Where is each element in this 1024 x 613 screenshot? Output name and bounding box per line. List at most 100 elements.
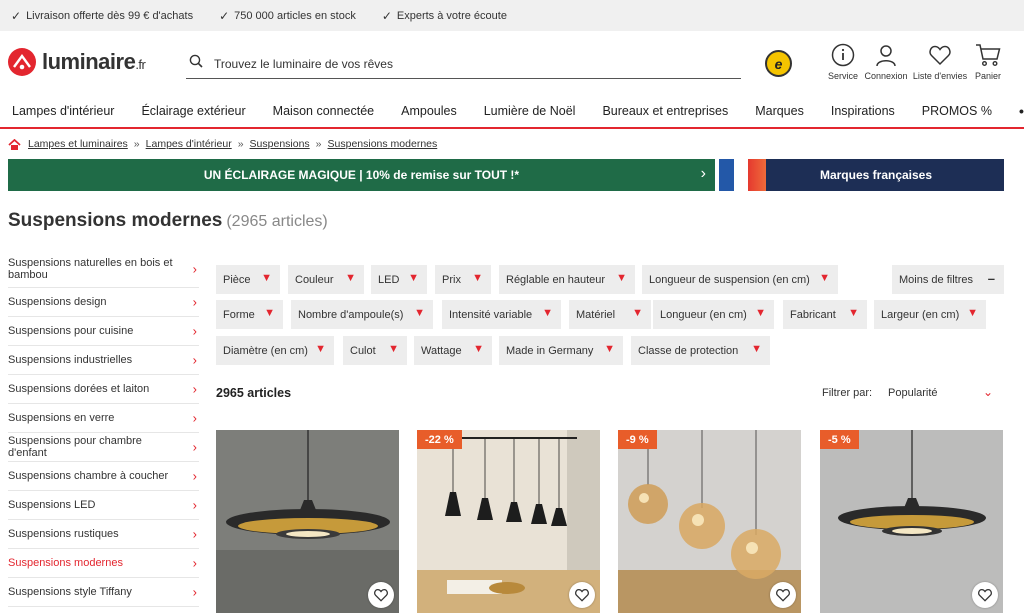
logo-lamp-icon	[8, 48, 36, 76]
sidebar-item-design[interactable]: Suspensions design ›	[8, 288, 199, 317]
nav-item-bulbs[interactable]: Ampoules	[401, 104, 457, 118]
sidebar-item-modern[interactable]: Suspensions modernes ›	[8, 549, 199, 578]
chevron-down-icon[interactable]: ⌄	[983, 385, 993, 399]
search-icon[interactable]	[189, 54, 203, 73]
trusted-shops-badge[interactable]: e	[765, 50, 792, 77]
wishlist-heart-button[interactable]	[972, 582, 998, 608]
info-icon	[831, 43, 855, 67]
sidebar-item-glass[interactable]: Suspensions en verre ›	[8, 404, 199, 433]
chevron-down-icon: ▼	[388, 343, 399, 355]
category-sidebar: Suspensions naturelles en bois et bambou…	[8, 250, 199, 607]
usp-bar: ✓ Livraison offerte dès 99 € d'achats ✓ 75…	[0, 0, 1024, 31]
results-count: 2965 articles	[216, 386, 292, 400]
chevron-down-icon: ▼	[967, 307, 978, 319]
filter-color[interactable]: Couleur ▼	[288, 265, 364, 294]
main-nav: Lampes d'intérieur Éclairage extérieur M…	[0, 95, 1024, 129]
nav-item-inspirations[interactable]: Inspirations	[831, 104, 895, 118]
chevron-down-icon: ▼	[472, 272, 483, 284]
chevron-down-icon: ▼	[751, 343, 762, 355]
filter-width[interactable]: Largeur (en cm) ▼	[874, 300, 986, 329]
nav-item-business[interactable]: Bureaux et entreprises	[602, 104, 728, 118]
filter-socket[interactable]: Culot ▼	[343, 336, 407, 365]
chevron-down-icon: ▼	[755, 307, 766, 319]
sidebar-item-kitchen[interactable]: Suspensions pour cuisine ›	[8, 317, 199, 346]
filter-protection-class[interactable]: Classe de protection ▼	[631, 336, 770, 365]
breadcrumb-link[interactable]: Lampes et luminaires	[28, 138, 128, 150]
breadcrumb-link[interactable]: Lampes d'intérieur	[146, 138, 232, 150]
chevron-right-icon: ›	[192, 555, 197, 571]
sidebar-item-led[interactable]: Suspensions LED ›	[8, 491, 199, 520]
banner-accent-strip	[719, 159, 734, 191]
usp-item: ✓ Livraison offerte dès 99 € d'achats	[11, 8, 194, 23]
heart-icon	[978, 588, 992, 602]
nav-item-exterior[interactable]: Éclairage extérieur	[141, 104, 245, 118]
filter-bulb-count[interactable]: Nombre d'ampoule(s) ▼	[291, 300, 433, 329]
breadcrumb-current[interactable]: Suspensions modernes	[328, 138, 438, 150]
chevron-right-icon: ›	[192, 410, 197, 426]
cart-button[interactable]: Panier	[960, 43, 1016, 81]
sidebar-item-tiffany[interactable]: Suspensions style Tiffany ›	[8, 578, 199, 607]
wishlist-heart-button[interactable]	[368, 582, 394, 608]
account-button[interactable]: Connexion	[858, 43, 914, 81]
chevron-right-icon: ›	[192, 468, 197, 484]
product-card[interactable]: -9 %	[618, 430, 801, 613]
less-filters-button[interactable]: Moins de filtres –	[892, 265, 1004, 294]
filter-manufacturer[interactable]: Fabricant ▼	[783, 300, 867, 329]
breadcrumb-link[interactable]: Suspensions	[250, 138, 310, 150]
usp-item: ✓ 750 000 articles en stock	[219, 8, 356, 23]
filter-made-in-germany[interactable]: Made in Germany ▼	[499, 336, 623, 365]
nav-item-interior[interactable]: Lampes d'intérieur	[12, 104, 114, 118]
site-logo[interactable]: luminaire.fr	[8, 48, 146, 76]
sidebar-item-kids[interactable]: Suspensions pour chambre d'enfant ›	[8, 433, 199, 462]
chevron-right-icon: ›	[192, 352, 197, 368]
wishlist-heart-button[interactable]	[569, 582, 595, 608]
filter-diameter[interactable]: Diamètre (en cm) ▼	[216, 336, 334, 365]
nav-item-smart-home[interactable]: Maison connectée	[273, 104, 374, 118]
product-card[interactable]: -22 %	[417, 430, 600, 613]
sidebar-item-gold[interactable]: Suspensions dorées et laiton ›	[8, 375, 199, 404]
user-icon	[876, 45, 896, 67]
filter-length[interactable]: Longueur (en cm) ▼	[653, 300, 774, 329]
search-input[interactable]	[214, 56, 714, 71]
filter-room[interactable]: Pièce ▼	[216, 265, 280, 294]
discount-badge: -9 %	[618, 430, 657, 449]
chevron-down-icon: ▼	[414, 307, 425, 319]
chevron-right-icon: ›	[192, 439, 197, 455]
filter-price[interactable]: Prix ▼	[435, 265, 491, 294]
sidebar-item-rustic[interactable]: Suspensions rustiques ›	[8, 520, 199, 549]
filter-material[interactable]: Matériel ▼	[569, 300, 651, 329]
filter-suspension-length[interactable]: Longueur de suspension (en cm) ▼	[642, 265, 838, 294]
nav-more-icon[interactable]: •••	[1019, 103, 1024, 119]
breadcrumb-separator: »	[315, 138, 322, 150]
product-card[interactable]	[216, 430, 399, 613]
sidebar-item-bedroom[interactable]: Suspensions chambre à coucher ›	[8, 462, 199, 491]
chevron-down-icon: ▼	[315, 343, 326, 355]
filter-shape[interactable]: Forme ▼	[216, 300, 283, 329]
filter-wattage[interactable]: Wattage ▼	[414, 336, 492, 365]
promo-banner[interactable]: UN ÉCLAIRAGE MAGIQUE | 10% de remise sur…	[8, 159, 715, 191]
discount-badge: -22 %	[417, 430, 462, 449]
chevron-down-icon: ▼	[408, 272, 419, 284]
nav-item-brands[interactable]: Marques	[755, 104, 804, 118]
home-icon[interactable]	[8, 138, 21, 150]
french-flag-stripe	[748, 159, 766, 191]
sidebar-item-natural[interactable]: Suspensions naturelles en bois et bambou…	[8, 250, 199, 288]
sort-select[interactable]: Popularité	[888, 387, 938, 399]
cart-label: Panier	[974, 71, 1001, 81]
logo-text: luminaire	[42, 49, 136, 74]
breadcrumb-separator: »	[237, 138, 244, 150]
chevron-down-icon: ▼	[848, 307, 859, 319]
filter-led[interactable]: LED ▼	[371, 265, 427, 294]
product-card[interactable]: -5 %	[820, 430, 1003, 613]
check-icon: ✓	[11, 8, 22, 23]
french-brands-banner[interactable]: Marques françaises	[748, 159, 1004, 191]
wishlist-heart-button[interactable]	[770, 582, 796, 608]
article-count: (2965 articles)	[226, 213, 328, 230]
page-title-text: Suspensions modernes	[8, 210, 223, 231]
nav-item-promos[interactable]: PROMOS %	[922, 104, 992, 118]
filter-dimmable[interactable]: Intensité variable ▼	[442, 300, 561, 329]
filter-adjustable-height[interactable]: Réglable en hauteur ▼	[499, 265, 635, 294]
sidebar-item-industrial[interactable]: Suspensions industrielles ›	[8, 346, 199, 375]
chevron-right-icon: ›	[192, 294, 197, 310]
nav-item-christmas[interactable]: Lumière de Noël	[484, 104, 576, 118]
